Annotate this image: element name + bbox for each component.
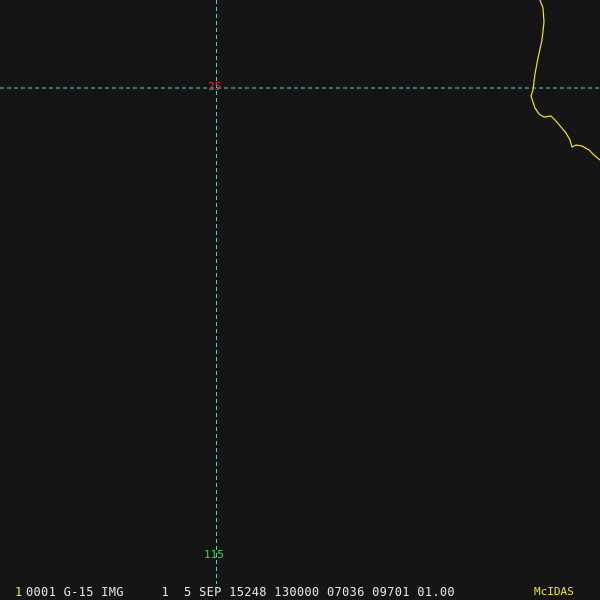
mcidas-brand: McIDAS	[534, 585, 574, 598]
image-info-text: 0001 G-15 IMG 1 5 SEP 15248 130000 07036…	[26, 585, 455, 599]
longitude-label: 115	[204, 548, 224, 561]
status-bar: 1 0001 G-15 IMG 1 5 SEP 15248 130000 070…	[0, 584, 600, 600]
image-viewer[interactable]: 25 115 1 0001 G-15 IMG 1 5 SEP 15248 130…	[0, 0, 600, 600]
satellite-image-map	[0, 0, 600, 600]
latitude-label: 25	[208, 80, 222, 93]
frame-number: 1	[15, 585, 23, 599]
satellite-image	[0, 0, 600, 600]
